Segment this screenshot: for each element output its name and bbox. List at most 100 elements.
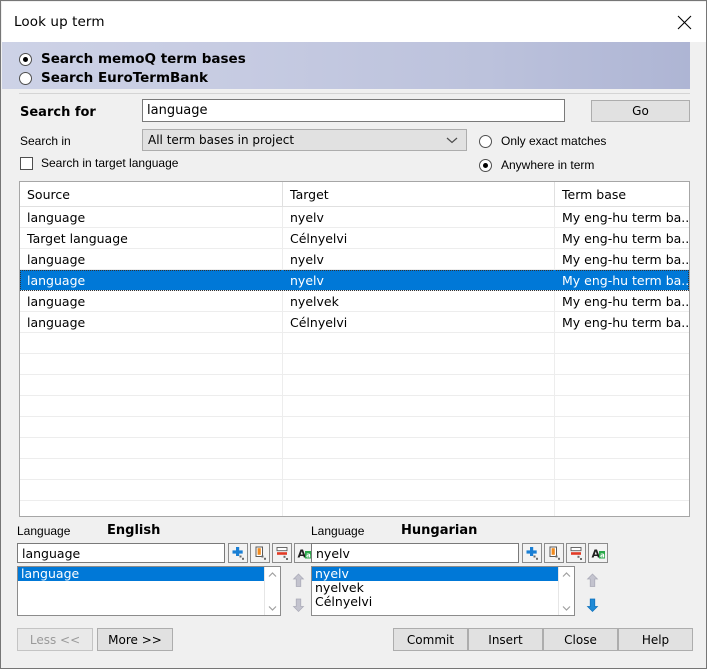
- target-list-scrollbar[interactable]: [558, 567, 574, 615]
- cell-source: language: [20, 249, 282, 269]
- table-row[interactable]: [20, 417, 689, 438]
- radio-selected-icon: [19, 53, 32, 66]
- scroll-up-icon[interactable]: [559, 567, 574, 582]
- table-row[interactable]: languagenyelvMy eng-hu term ba...: [20, 249, 689, 270]
- scroll-up-icon[interactable]: [265, 567, 280, 582]
- source-term-input[interactable]: language: [17, 543, 225, 563]
- delete-term-icon: [569, 546, 584, 561]
- cell-target: [282, 396, 554, 416]
- table-row[interactable]: Target languageCélnyelviMy eng-hu term b…: [20, 228, 689, 249]
- scroll-down-icon[interactable]: [559, 600, 574, 615]
- arrow-up-icon: [586, 573, 599, 588]
- move-term-up-button[interactable]: [583, 571, 601, 589]
- svg-text:a: a: [600, 551, 605, 559]
- insert-button[interactable]: Insert: [468, 628, 543, 651]
- list-item[interactable]: nyelv: [312, 567, 574, 581]
- look-up-term-dialog: Look up term Search memoQ term bases Sea…: [0, 0, 707, 669]
- table-row[interactable]: languagenyelvekMy eng-hu term ba...: [20, 291, 689, 312]
- search-input[interactable]: language: [142, 99, 565, 122]
- commit-button[interactable]: Commit: [393, 628, 468, 651]
- cell-termbase: [554, 438, 689, 458]
- close-icon: [677, 15, 692, 30]
- cell-source: [20, 501, 282, 517]
- radio-search-eurotermbank[interactable]: Search EuroTermBank: [19, 70, 208, 86]
- table-row[interactable]: [20, 459, 689, 480]
- close-button[interactable]: Close: [543, 628, 618, 651]
- search-in-target-language-checkbox[interactable]: Search in target language: [20, 156, 178, 170]
- language-label: Language: [311, 524, 364, 538]
- delete-term-button[interactable]: [272, 543, 292, 563]
- radio-unselected-icon: [19, 72, 32, 85]
- cell-target: [282, 333, 554, 353]
- column-header-source[interactable]: Source: [20, 182, 282, 206]
- table-row[interactable]: languagenyelvMy eng-hu term ba...: [20, 207, 689, 228]
- add-subterm-button[interactable]: [250, 543, 270, 563]
- radio-unselected-icon: [479, 135, 492, 148]
- add-subterm-button[interactable]: [544, 543, 564, 563]
- table-row[interactable]: [20, 396, 689, 417]
- radio-search-memoq-term-bases[interactable]: Search memoQ term bases: [19, 51, 246, 67]
- arrow-down-icon: [586, 598, 599, 613]
- more-button[interactable]: More >>: [97, 628, 173, 651]
- radio-label: Anywhere in term: [501, 158, 594, 172]
- add-term-button[interactable]: [228, 543, 248, 563]
- search-in-dropdown[interactable]: All term bases in project: [142, 129, 467, 151]
- cell-source: language: [20, 207, 282, 227]
- add-subterm-icon: [547, 546, 562, 561]
- move-term-down-button[interactable]: [583, 596, 601, 614]
- radio-anywhere-in-term[interactable]: Anywhere in term: [479, 158, 594, 172]
- list-item[interactable]: language: [18, 567, 280, 581]
- cell-target: nyelv: [282, 207, 554, 227]
- target-term-list-items: nyelvnyelvekCélnyelvi: [312, 567, 574, 609]
- cell-source: [20, 354, 282, 374]
- cell-termbase: My eng-hu term ba...: [554, 228, 689, 248]
- column-header-termbase[interactable]: Term base: [554, 182, 689, 206]
- move-term-up-button[interactable]: [289, 571, 307, 589]
- cell-termbase: [554, 396, 689, 416]
- table-row[interactable]: [20, 354, 689, 375]
- cell-termbase: My eng-hu term ba...: [554, 249, 689, 269]
- move-term-down-button[interactable]: [289, 596, 307, 614]
- help-button[interactable]: Help: [618, 628, 693, 651]
- cell-source: Target language: [20, 228, 282, 248]
- cell-termbase: [554, 480, 689, 500]
- table-row[interactable]: [20, 501, 689, 517]
- source-list-scrollbar[interactable]: [264, 567, 280, 615]
- cell-termbase: [554, 459, 689, 479]
- search-in-selected-value: All term bases in project: [148, 133, 294, 147]
- cell-target: nyelvek: [282, 291, 554, 311]
- add-subterm-icon: [253, 546, 268, 561]
- add-term-button[interactable]: [522, 543, 542, 563]
- target-term-list[interactable]: nyelvnyelvekCélnyelvi: [311, 566, 575, 616]
- column-header-target[interactable]: Target: [282, 182, 554, 206]
- term-properties-button[interactable]: A a: [588, 543, 608, 563]
- radio-only-exact-matches[interactable]: Only exact matches: [479, 134, 606, 148]
- go-button[interactable]: Go: [591, 100, 690, 122]
- grid-body: languagenyelvMy eng-hu term ba...Target …: [20, 207, 689, 517]
- cell-source: [20, 396, 282, 416]
- target-term-input[interactable]: nyelv: [311, 543, 519, 563]
- table-row[interactable]: [20, 375, 689, 396]
- source-term-list[interactable]: language: [17, 566, 281, 616]
- table-row[interactable]: [20, 438, 689, 459]
- close-window-button[interactable]: [661, 2, 707, 42]
- table-row[interactable]: languagenyelvMy eng-hu term ba...: [20, 270, 689, 291]
- cell-source: [20, 459, 282, 479]
- cell-target: [282, 354, 554, 374]
- title-bar: Look up term: [2, 2, 707, 42]
- scroll-down-icon[interactable]: [265, 600, 280, 615]
- less-button[interactable]: Less <<: [17, 628, 93, 651]
- cell-source: language: [20, 270, 282, 290]
- table-row[interactable]: [20, 333, 689, 354]
- list-item[interactable]: Célnyelvi: [312, 595, 574, 609]
- table-row[interactable]: languageCélnyelviMy eng-hu term ba...: [20, 312, 689, 333]
- cell-termbase: My eng-hu term ba...: [554, 312, 689, 332]
- results-grid[interactable]: Source Target Term base languagenyelvMy …: [19, 181, 690, 517]
- delete-term-button[interactable]: [566, 543, 586, 563]
- cell-termbase: [554, 417, 689, 437]
- delete-term-icon: [275, 546, 290, 561]
- table-row[interactable]: [20, 480, 689, 501]
- list-item[interactable]: nyelvek: [312, 581, 574, 595]
- cell-termbase: My eng-hu term ba...: [554, 207, 689, 227]
- cell-termbase: My eng-hu term ba...: [554, 270, 689, 290]
